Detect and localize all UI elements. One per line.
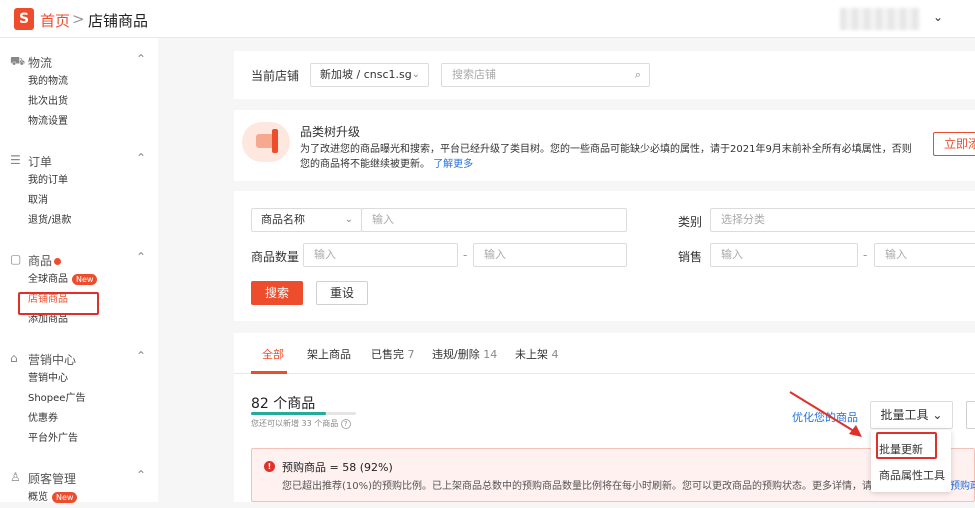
annotation-arrow	[789, 391, 862, 437]
